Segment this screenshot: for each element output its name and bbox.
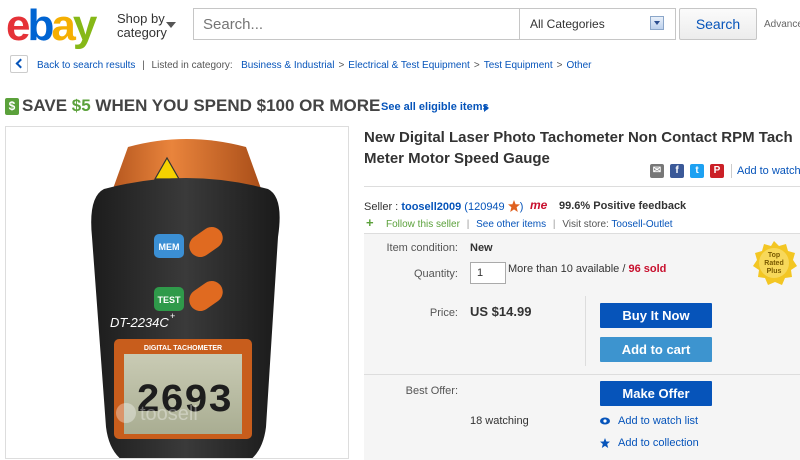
top-rated-line3: Plus [767,268,782,275]
mem-button-label: MEM [159,242,180,252]
condition-value: New [470,242,493,254]
seller-actions-divider: | [466,219,470,230]
seller-actions-divider: | [552,219,556,230]
product-image[interactable]: MEM TEST DT-2234C + DIGITAL TACHOMETER 2… [5,126,349,459]
seller-actions: Follow this seller | See other items | V… [386,219,673,230]
store-link[interactable]: Toosell-Outlet [611,219,672,230]
logo-letter-y: y [72,1,98,50]
me-icon: me [530,198,548,212]
logo-letter-e: e [6,1,31,50]
model-sup: + [170,311,175,321]
availability: More than 10 available / 96 sold [508,263,666,275]
watermark: toosell [140,403,198,425]
quantity-input[interactable]: 1 [470,262,506,284]
plus-icon[interactable]: + [366,216,376,229]
divider [364,374,800,375]
twitter-icon[interactable]: t [690,164,704,178]
pinterest-icon[interactable]: P [710,164,724,178]
breadcrumb-test-equipment[interactable]: Test Equipment [484,60,553,71]
seller-info: Seller : toosell2009 (120949 ) [364,200,524,213]
top-rated-line1: Top [768,252,780,259]
item-title-line2: Meter Motor Speed Gauge [364,150,550,167]
add-to-watch-list-button[interactable]: Add to watch list [618,415,698,427]
promo-prefix: SAVE [22,96,72,115]
add-to-collection-button[interactable]: Add to collection [618,437,699,449]
price-label: Price: [429,307,458,319]
buy-it-now-button[interactable]: Buy It Now [600,303,712,328]
divider [364,186,800,187]
ebay-logo[interactable]: ebay [6,1,98,50]
visit-store-label: Visit store: [562,219,609,230]
availability-text: More than 10 available / [508,263,626,275]
search-input[interactable] [193,8,519,40]
see-eligible-items-link[interactable]: See all eligible items [381,101,489,113]
sold-count[interactable]: 96 sold [628,263,666,275]
logo-letter-a: a [51,1,76,50]
breadcrumb: Back to search results | Listed in categ… [37,60,591,71]
see-other-items-link[interactable]: See other items [476,219,546,230]
play-arrow-icon [484,104,489,112]
back-arrow-icon[interactable] [10,55,28,73]
chevron-down-icon[interactable] [166,22,176,28]
seller-name-link[interactable]: toosell2009 [401,201,461,213]
display-title: DIGITAL TACHOMETER [144,345,222,352]
seller-score[interactable]: (120949 [464,201,504,213]
make-offer-button[interactable]: Make Offer [600,381,712,406]
breadcrumb-electrical-test[interactable]: Electrical & Test Equipment [348,60,470,71]
top-rated-line2: Rated [764,260,783,267]
add-to-cart-button[interactable]: Add to cart [600,337,712,362]
shop-by-category-label: Shop by category [117,11,167,40]
logo-letter-b: b [27,1,54,50]
breadcrumb-other[interactable]: Other [566,60,591,71]
dollar-tag-icon: $ [5,98,19,115]
model-label: DT-2234C [110,315,169,330]
breadcrumb-separator: > [556,60,563,71]
positive-feedback: 99.6% Positive feedback [559,200,687,212]
follow-seller-link[interactable]: Follow this seller [386,219,460,230]
test-button-label: TEST [157,295,181,305]
item-title-line1: New Digital Laser Photo Tachometer Non C… [364,129,793,146]
eye-icon [600,417,610,425]
breadcrumb-business-industrial[interactable]: Business & Industrial [241,60,334,71]
top-rated-plus-badge: Top Rated Plus [753,241,797,285]
shop-by-category[interactable]: Shop by category [117,12,167,40]
dropdown-arrow-icon[interactable] [650,16,664,30]
promo-amount: $5 [71,96,91,115]
breadcrumb-separator: > [473,60,480,71]
breadcrumb-divider: | [142,60,145,71]
price-divider [585,296,586,366]
share-divider [731,164,732,178]
advanced-search-link[interactable]: Advanced [764,19,800,30]
add-to-watch-list-link[interactable]: Add to watch list [737,165,800,177]
search-button[interactable]: Search [679,8,757,40]
seller-label: Seller : [364,201,399,213]
star-icon [600,438,610,448]
quantity-label: Quantity: [413,268,458,280]
price-value: US $14.99 [470,304,532,319]
item-title: New Digital Laser Photo Tachometer Non C… [364,127,800,169]
condition-label: Item condition: [386,242,458,254]
best-offer-label: Best Offer: [405,385,458,397]
promo-banner: SAVE $5 WHEN YOU SPEND $100 OR MORE [22,96,380,116]
watching-count: 18 watching [470,415,529,427]
back-to-search-link[interactable]: Back to search results [37,60,135,71]
facebook-icon[interactable]: f [670,164,684,178]
email-icon[interactable]: ✉ [650,164,664,178]
promo-suffix: WHEN YOU SPEND $100 OR MORE [90,96,381,115]
category-selected: All Categories [530,17,605,31]
star-icon [507,200,520,212]
listed-in-label: Listed in category: [151,60,233,71]
tachometer-illustration: MEM TEST DT-2234C + DIGITAL TACHOMETER 2… [91,139,280,458]
breadcrumb-separator: > [338,60,345,71]
